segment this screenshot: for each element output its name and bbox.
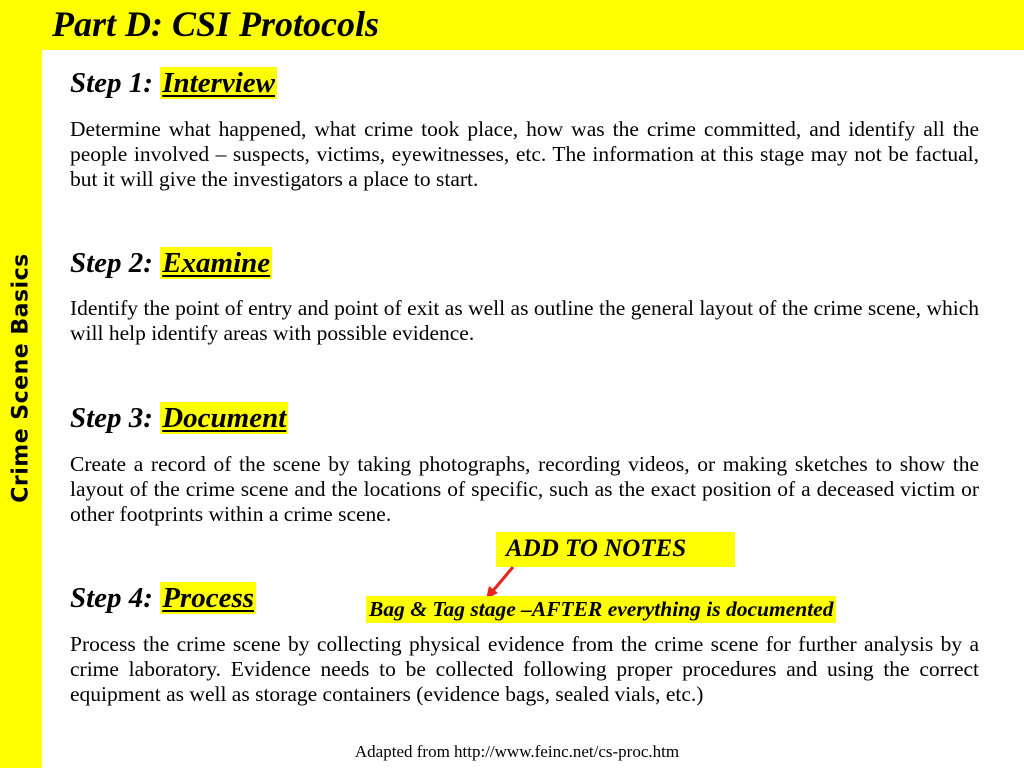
step-2-body: Identify the point of entry and point of… xyxy=(70,296,979,345)
step-4-body: Process the crime scene by collecting ph… xyxy=(70,632,979,706)
step-1-keyword: Interview xyxy=(160,67,277,99)
step-3-keyword: Document xyxy=(160,402,289,434)
step-2-keyword: Examine xyxy=(160,247,273,279)
step-1-body: Determine what happened, what crime took… xyxy=(70,117,979,191)
add-to-notes-box: ADD TO NOTES xyxy=(496,532,735,567)
side-label: Crime Scene Basics xyxy=(8,253,34,503)
step-4-keyword: Process xyxy=(160,582,257,614)
step-4-prefix: Step 4: xyxy=(70,582,161,614)
step-2-heading: Step 2: Examine xyxy=(70,245,273,281)
source-footer: Adapted from http://www.feinc.net/cs-pro… xyxy=(354,742,680,761)
step-3-prefix: Step 3: xyxy=(70,402,161,434)
side-band: Crime Scene Basics xyxy=(0,0,42,768)
step-4-heading: Step 4: Process xyxy=(70,580,257,616)
step-2-prefix: Step 2: xyxy=(70,247,161,279)
bag-and-tag-note: Bag & Tag stage –AFTER everything is doc… xyxy=(366,596,837,623)
step-1-heading: Step 1: Interview xyxy=(70,65,277,101)
step-3-heading: Step 3: Document xyxy=(70,400,289,436)
step-1-prefix: Step 1: xyxy=(70,67,161,99)
slide-title: Part D: CSI Protocols xyxy=(52,4,380,44)
step-3-body: Create a record of the scene by taking p… xyxy=(70,452,979,526)
